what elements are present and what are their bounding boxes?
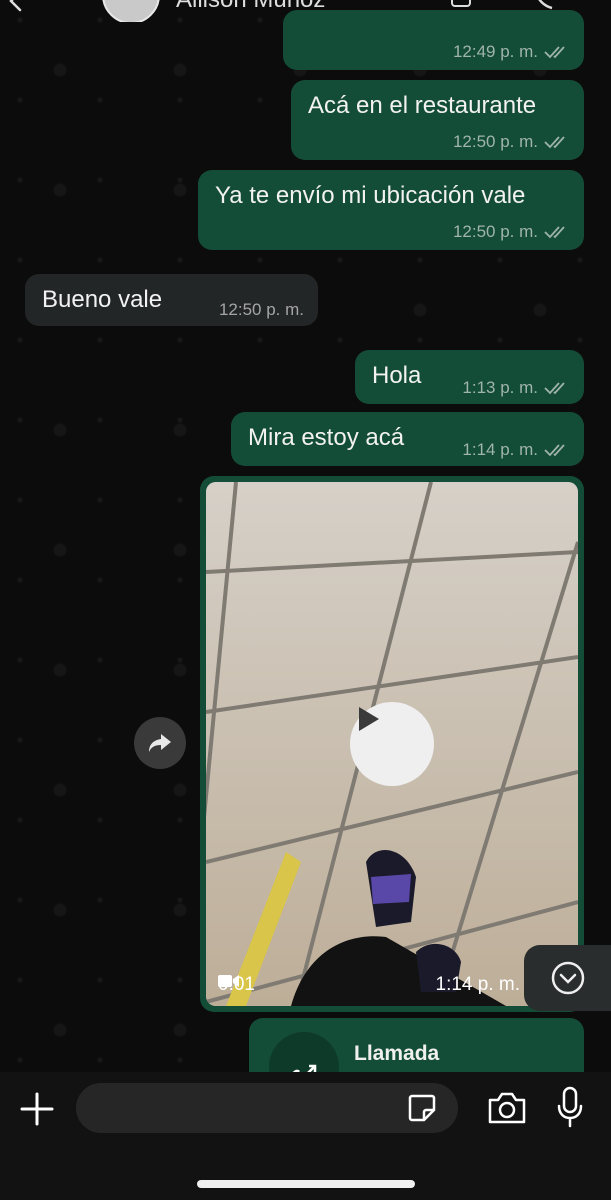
forward-icon [149, 734, 171, 752]
microphone-icon[interactable] [556, 1086, 584, 1128]
message-meta: 12:50 p. m. [453, 222, 570, 242]
message-bubble-outgoing[interactable]: Ya te envío mi ubicación vale 12:50 p. m… [198, 170, 584, 250]
message-bubble-outgoing[interactable]: 12:49 p. m. [283, 10, 584, 70]
double-check-icon [544, 382, 565, 395]
message-time: 12:50 p. m. [452, 221, 538, 241]
contact-avatar[interactable] [102, 0, 160, 22]
call-label: Llamada [354, 1042, 440, 1065]
video-thumbnail[interactable]: 0:01 1:14 p. m. [206, 482, 578, 1006]
play-button[interactable] [350, 702, 434, 786]
video-message-bubble[interactable]: 0:01 1:14 p. m. [200, 476, 584, 1012]
home-indicator [197, 1180, 415, 1188]
scroll-to-bottom-button[interactable] [524, 945, 611, 1011]
message-text: Ya te envío mi ubicación vale [215, 182, 526, 209]
chevron-down-circle-icon [551, 961, 584, 995]
plus-icon[interactable] [18, 1090, 56, 1128]
message-bubble-outgoing[interactable]: Acá en el restaurante 12:50 p. m. [291, 80, 584, 160]
play-icon [359, 707, 379, 731]
back-arrow-icon[interactable] [6, 0, 28, 12]
composer-bar [0, 1072, 611, 1200]
double-check-icon [544, 226, 565, 239]
video-camera-icon [218, 975, 239, 987]
message-time: 12:49 p. m. [452, 41, 538, 61]
message-bubble-outgoing[interactable]: Mira estoy acá 1:14 p. m. [231, 412, 584, 466]
message-time: 12:50 p. m. [218, 299, 304, 319]
double-check-icon [544, 46, 565, 59]
voice-call-icon[interactable] [530, 0, 560, 10]
video-call-icon[interactable] [450, 0, 480, 10]
message-meta: 1:13 p. m. [462, 378, 570, 398]
double-check-icon [544, 136, 565, 149]
double-check-icon [544, 444, 565, 457]
message-text: Acá en el restaurante [308, 92, 537, 119]
message-text: Hola [372, 362, 422, 389]
message-time: 12:50 p. m. [452, 131, 538, 151]
message-meta: 12:50 p. m. [453, 132, 570, 152]
video-duration: 0:01 [218, 974, 255, 996]
message-meta: 12:50 p. m. [219, 300, 304, 320]
video-time: 1:14 p. m. [435, 974, 521, 995]
message-text: Bueno vale [42, 286, 163, 313]
forward-button[interactable] [134, 717, 186, 769]
message-time: 1:14 p. m. [462, 439, 538, 459]
message-bubble-outgoing[interactable]: Hola 1:13 p. m. [355, 350, 584, 404]
message-bubble-incoming[interactable]: Bueno vale 12:50 p. m. [25, 274, 318, 326]
camera-icon[interactable] [486, 1090, 528, 1126]
message-time: 1:13 p. m. [462, 377, 538, 397]
call-message-bubble[interactable]: Llamada [249, 1018, 584, 1078]
sticker-icon[interactable] [406, 1092, 438, 1124]
message-text: Mira estoy acá [248, 424, 405, 451]
message-meta: 12:49 p. m. [453, 42, 570, 62]
message-meta: 1:14 p. m. [462, 440, 570, 460]
message-input[interactable] [76, 1083, 458, 1133]
